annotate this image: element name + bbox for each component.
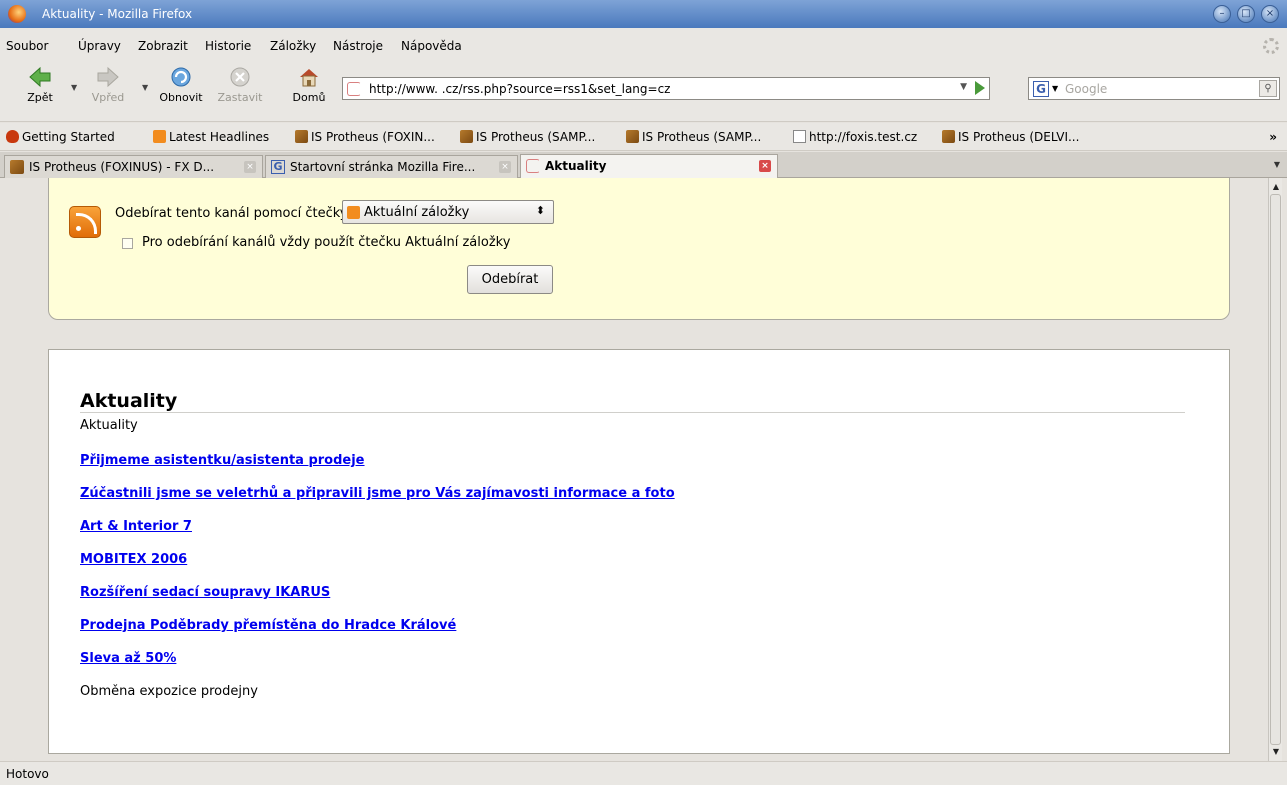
reload-label: Obnovit — [159, 91, 203, 104]
search-magnifier-icon[interactable]: ⚲ — [1259, 80, 1277, 97]
page-icon — [793, 130, 806, 143]
package-icon — [10, 160, 24, 174]
bookmark-is-protheus-foxin[interactable]: IS Protheus (FOXIN... — [295, 130, 435, 144]
menu-historie[interactable]: Historie — [205, 39, 251, 53]
reader-select-value: Aktuální záložky — [364, 205, 470, 220]
forward-history-dropdown-icon[interactable]: ▼ — [142, 83, 148, 92]
back-button[interactable]: Zpět — [22, 66, 58, 104]
select-updown-icon: ⬍ — [535, 204, 545, 217]
bookmark-latest-headlines[interactable]: Latest Headlines — [153, 130, 269, 144]
navigation-toolbar: Zpět ▼ Vpřed ▼ Obnovit Zastavit Domů htt… — [0, 60, 1287, 122]
scroll-up-icon[interactable]: ▲ — [1269, 180, 1283, 194]
bookmark-getting-started[interactable]: Getting Started — [6, 130, 115, 144]
subscribe-button[interactable]: Odebírat — [467, 265, 553, 294]
tab-list-dropdown-icon[interactable]: ▼ — [1269, 156, 1285, 174]
feed-entry-link[interactable]: Sleva až 50% — [80, 651, 176, 666]
menu-upravy[interactable]: Úpravy — [78, 39, 121, 53]
menu-zalozky[interactable]: Záložky — [270, 39, 316, 53]
tab-close-icon[interactable]: × — [244, 161, 256, 173]
url-bar[interactable]: http://www. .cz/rss.php?source=rss1&set_… — [342, 77, 990, 100]
feed-entry-link[interactable]: Art & Interior 7 — [80, 519, 192, 534]
reload-button[interactable]: Obnovit — [155, 66, 207, 104]
google-engine-icon[interactable]: G — [1033, 81, 1049, 97]
menu-napoveda[interactable]: Nápověda — [401, 39, 462, 53]
feed-subtitle: Aktuality — [80, 418, 138, 433]
rss-icon — [347, 206, 360, 219]
status-bar: Hotovo — [0, 761, 1287, 785]
google-icon: G — [271, 160, 285, 174]
url-text[interactable]: http://www. .cz/rss.php?source=rss1&set_… — [369, 82, 670, 96]
feed-title: Aktuality — [80, 390, 178, 412]
url-history-dropdown-icon[interactable]: ▼ — [960, 82, 967, 92]
feed-entry-text: Obměna expozice prodejny — [80, 684, 258, 699]
home-label: Domů — [292, 91, 326, 104]
feed-entry-link[interactable]: Přijmeme asistentku/asistenta prodeje — [80, 453, 365, 468]
menu-zobrazit[interactable]: Zobrazit — [138, 39, 188, 53]
stop-button[interactable]: Zastavit — [215, 66, 265, 104]
tab-is-protheus[interactable]: IS Protheus (FOXINUS) - FX D... × — [4, 155, 263, 178]
vertical-scrollbar[interactable]: ▲ ▼ — [1268, 178, 1282, 761]
always-use-reader-checkbox[interactable] — [122, 238, 133, 249]
search-bar[interactable]: G ▼ Google ⚲ — [1028, 77, 1280, 100]
search-placeholder[interactable]: Google — [1065, 82, 1107, 96]
firefox-red-icon — [6, 130, 19, 143]
package-icon — [626, 130, 639, 143]
tab-bar: IS Protheus (FOXINUS) - FX D... × G Star… — [0, 152, 1287, 179]
tab-close-icon[interactable]: × — [499, 161, 511, 173]
go-arrow-icon[interactable] — [975, 81, 985, 95]
package-icon — [295, 130, 308, 143]
package-icon — [942, 130, 955, 143]
status-text: Hotovo — [6, 767, 49, 781]
tab-startovni-stranka[interactable]: G Startovní stránka Mozilla Fire... × — [265, 155, 518, 178]
throbber-icon — [1263, 38, 1279, 54]
feed-body: Aktuality Aktuality Přijmeme asistentku/… — [48, 349, 1230, 754]
minimize-icon[interactable]: – — [1213, 5, 1231, 23]
menu-bar: Soubor Úpravy Zobrazit Historie Záložky … — [0, 28, 1287, 60]
scroll-down-icon[interactable]: ▼ — [1269, 745, 1283, 759]
reader-select[interactable]: Aktuální záložky ⬍ — [342, 200, 554, 224]
page-content: Odebírat tento kanál pomocí čtečky Aktuá… — [8, 178, 1268, 761]
tab-close-icon[interactable]: × — [759, 160, 771, 172]
feed-entry-link[interactable]: Rozšíření sedací soupravy IKARUS — [80, 585, 330, 600]
site-favicon-icon — [526, 159, 540, 173]
forward-button[interactable]: Vpřed — [84, 66, 132, 104]
home-button[interactable]: Domů — [287, 66, 331, 104]
feed-entry-link[interactable]: Prodejna Poděbrady přemístěna do Hradce … — [80, 618, 456, 633]
always-use-reader-label[interactable]: Pro odebírání kanálů vždy použít čtečku … — [142, 235, 510, 250]
menu-soubor[interactable]: Soubor — [6, 39, 48, 53]
back-arrow-icon — [29, 66, 51, 88]
tab-aktuality[interactable]: Aktuality × — [520, 154, 778, 179]
feed-title-divider — [80, 412, 1185, 413]
search-engine-dropdown-icon[interactable]: ▼ — [1052, 84, 1058, 93]
rss-feed-icon — [69, 206, 101, 238]
stop-label: Zastavit — [217, 91, 263, 104]
bookmarks-overflow-chevron-icon[interactable]: » — [1269, 130, 1277, 144]
forward-label: Vpřed — [91, 91, 125, 104]
bookmark-is-protheus-delvi[interactable]: IS Protheus (DELVI... — [942, 130, 1079, 144]
bookmark-foxis-test[interactable]: http://foxis.test.cz — [793, 130, 917, 144]
window-titlebar: Aktuality - Mozilla Firefox – □ × — [0, 0, 1287, 28]
site-favicon-icon — [347, 82, 361, 96]
bookmarks-toolbar: Getting Started Latest Headlines IS Prot… — [0, 123, 1287, 151]
maximize-icon[interactable]: □ — [1237, 5, 1255, 23]
bookmark-is-protheus-samp-1[interactable]: IS Protheus (SAMP... — [460, 130, 595, 144]
home-icon — [300, 69, 318, 87]
reload-icon — [171, 67, 191, 87]
firefox-icon — [8, 5, 26, 23]
menu-nastroje[interactable]: Nástroje — [333, 39, 383, 53]
subscribe-label: Odebírat tento kanál pomocí čtečky — [115, 206, 348, 221]
rss-icon — [153, 130, 166, 143]
back-history-dropdown-icon[interactable]: ▼ — [71, 83, 77, 92]
feed-entry-link[interactable]: MOBITEX 2006 — [80, 552, 187, 567]
stop-icon — [230, 67, 250, 87]
close-icon[interactable]: × — [1261, 5, 1279, 23]
window-title: Aktuality - Mozilla Firefox — [42, 7, 193, 21]
back-label: Zpět — [27, 91, 53, 104]
package-icon — [460, 130, 473, 143]
feed-subscribe-panel: Odebírat tento kanál pomocí čtečky Aktuá… — [48, 178, 1230, 320]
feed-entry-link[interactable]: Zúčastnili jsme se veletrhů a připravili… — [80, 486, 675, 501]
forward-arrow-icon — [97, 66, 119, 88]
scrollbar-thumb[interactable] — [1270, 194, 1281, 745]
bookmark-is-protheus-samp-2[interactable]: IS Protheus (SAMP... — [626, 130, 761, 144]
